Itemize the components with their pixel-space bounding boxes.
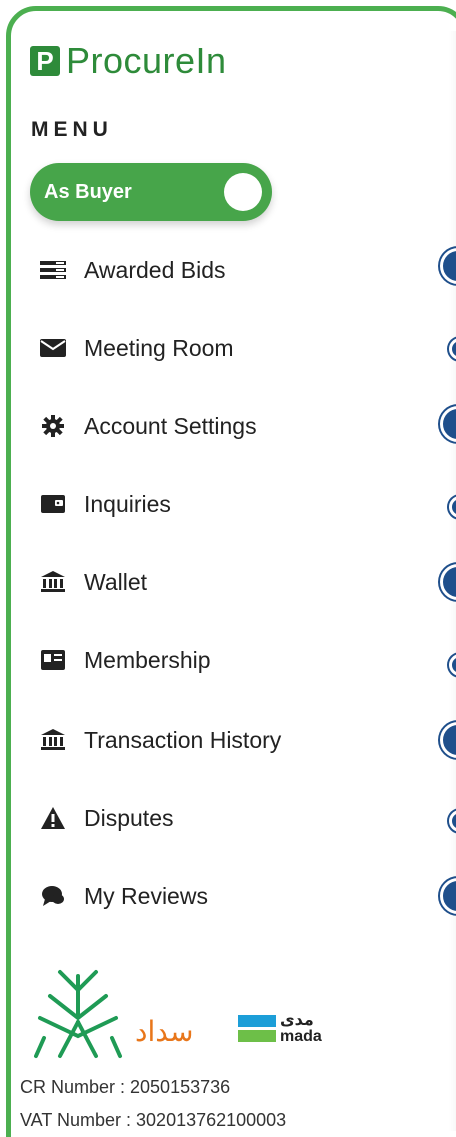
menu-item-label: Inquiries: [84, 490, 171, 517]
wallet-card-icon: [40, 492, 66, 516]
menu-item-label: My Reviews: [84, 882, 208, 909]
warning-icon: [40, 806, 66, 830]
menu-item-wallet[interactable]: Wallet: [40, 562, 450, 602]
menu-item-meeting-room[interactable]: Meeting Room: [40, 328, 450, 368]
menu-item-transaction-history[interactable]: Transaction History: [40, 720, 450, 760]
bank-icon: [40, 570, 66, 594]
menu-item-disputes[interactable]: Disputes: [40, 798, 450, 838]
mada-logo-en: mada: [280, 1028, 322, 1045]
menu-item-label: Wallet: [84, 568, 148, 595]
brand-mark-icon: P: [30, 46, 60, 76]
menu-item-label: Account Settings: [84, 412, 257, 439]
cr-number: CR Number : 2050153736: [20, 1077, 231, 1097]
list-icon: [40, 258, 66, 282]
mada-green-bar: [238, 1030, 276, 1042]
brand-logo[interactable]: P ProcureIn: [30, 40, 227, 82]
menu-title: MENU: [31, 118, 113, 141]
menu-item-label: Transaction History: [84, 726, 282, 753]
gear-icon: [40, 414, 66, 438]
bank-icon: [40, 728, 66, 752]
menu-item-label: Awarded Bids: [84, 256, 226, 283]
menu-item-my-reviews[interactable]: My Reviews: [40, 876, 450, 916]
envelope-icon: [40, 336, 66, 360]
menu-item-inquiries[interactable]: Inquiries: [40, 484, 450, 524]
chat-icon: [40, 884, 66, 908]
id-card-icon: [40, 648, 66, 672]
role-toggle-label: As Buyer: [44, 181, 132, 203]
vat-number: VAT Number : 302013762100003: [20, 1110, 287, 1130]
menu-item-label: Disputes: [84, 804, 174, 831]
menu-item-label: Meeting Room: [84, 334, 234, 361]
menu-item-membership[interactable]: Membership: [40, 640, 450, 680]
menu-item-awarded-bids[interactable]: Awarded Bids: [40, 250, 450, 290]
menu-item-label: Membership: [84, 646, 211, 673]
menu-item-account-settings[interactable]: Account Settings: [40, 406, 450, 446]
mada-blue-bar: [238, 1015, 276, 1027]
mada-logo-ar: مدى: [280, 1010, 314, 1029]
brand-name: ProcureIn: [66, 40, 227, 81]
toggle-knob: [224, 173, 262, 211]
role-toggle[interactable]: As Buyer: [30, 163, 272, 221]
sadad-logo: سداد: [135, 1015, 194, 1048]
